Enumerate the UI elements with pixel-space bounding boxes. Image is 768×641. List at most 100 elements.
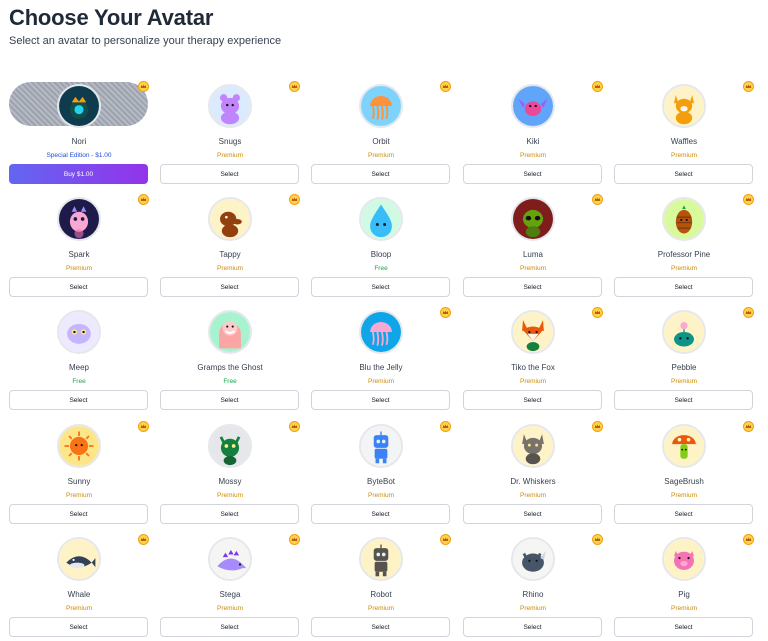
avatar-card[interactable]: Snugs Premium Select: [160, 81, 300, 189]
avatar-card[interactable]: Dr. Whiskers Premium Select: [463, 421, 603, 529]
rhino-icon[interactable]: [511, 537, 555, 581]
mushroom-icon[interactable]: [662, 424, 706, 468]
blob-icon[interactable]: [57, 310, 101, 354]
avatar-tier-badge: Special Edition - $1.00: [46, 152, 112, 159]
avatar-tier-badge: Free: [374, 265, 388, 272]
creature-icon[interactable]: [57, 197, 101, 241]
pebble-icon[interactable]: [662, 310, 706, 354]
avatar-tier-badge: Premium: [670, 492, 697, 499]
select-button[interactable]: Select: [311, 504, 450, 524]
avatar-card[interactable]: Orbit Premium Select: [311, 81, 451, 189]
corgi-icon[interactable]: [662, 84, 706, 128]
avatar-card[interactable]: Nori Special Edition - $1.00 Buy $1.00: [9, 81, 149, 189]
select-button[interactable]: Select: [463, 277, 602, 297]
avatar-card[interactable]: Kiki Premium Select: [463, 81, 603, 189]
premium-crown-icon: [743, 81, 754, 92]
select-button[interactable]: Select: [614, 277, 753, 297]
avatar-card[interactable]: Pebble Premium Select: [614, 307, 754, 415]
avatar-card[interactable]: Robot Premium Select: [311, 534, 451, 641]
pig-icon[interactable]: [662, 537, 706, 581]
avatar-card[interactable]: Bloop Free Select: [311, 197, 451, 302]
avatar-tier-badge: Premium: [519, 605, 546, 612]
select-button[interactable]: Select: [9, 504, 148, 524]
bird-icon[interactable]: [511, 84, 555, 128]
avatar-card[interactable]: Luma Premium Select: [463, 194, 603, 302]
dinosaur-icon[interactable]: [208, 537, 252, 581]
avatar-name: SageBrush: [664, 477, 704, 486]
avatar-name: Orbit: [372, 137, 390, 146]
avatar-name: Professor Pine: [657, 250, 711, 259]
select-button[interactable]: Select: [160, 164, 299, 184]
select-button[interactable]: Select: [614, 390, 753, 410]
pinecone-icon[interactable]: [662, 197, 706, 241]
avatar-tier-badge: Premium: [519, 265, 546, 272]
avatar-name: Pig: [678, 590, 690, 599]
bear-icon[interactable]: [208, 84, 252, 128]
premium-crown-icon: [289, 421, 300, 432]
select-button[interactable]: Select: [160, 504, 299, 524]
avatar-card[interactable]: Tiko the Fox Premium Select: [463, 307, 603, 415]
avatar-name: Mossy: [218, 477, 242, 486]
select-button[interactable]: Select: [463, 504, 602, 524]
select-button[interactable]: Select: [311, 390, 450, 410]
select-button[interactable]: Select: [160, 277, 299, 297]
select-button[interactable]: Select: [9, 617, 148, 637]
avatar-card[interactable]: Waffles Premium Select: [614, 81, 754, 189]
avatar-card[interactable]: Gramps the Ghost Free Select: [160, 310, 300, 415]
avatar-card[interactable]: Spark Premium Select: [9, 194, 149, 302]
avatar-card[interactable]: Tappy Premium Select: [160, 194, 300, 302]
premium-crown-icon: [138, 81, 149, 92]
select-button[interactable]: Select: [9, 390, 148, 410]
select-button[interactable]: Select: [160, 617, 299, 637]
avatar-card[interactable]: ByteBot Premium Select: [311, 421, 451, 529]
select-button[interactable]: Select: [160, 390, 299, 410]
select-button[interactable]: Select: [463, 164, 602, 184]
avatar-name: Kiki: [526, 137, 540, 146]
sun-icon[interactable]: [57, 424, 101, 468]
avatar-name: Tappy: [219, 250, 241, 259]
select-button[interactable]: Select: [614, 504, 753, 524]
avatar-card[interactable]: Mossy Premium Select: [160, 421, 300, 529]
select-button[interactable]: Select: [614, 164, 753, 184]
avatar-tier-badge: Premium: [65, 265, 92, 272]
avatar-name: Robot: [370, 590, 392, 599]
jellyfish-icon[interactable]: [359, 310, 403, 354]
select-button[interactable]: Select: [9, 277, 148, 297]
avatar-card[interactable]: Professor Pine Premium Select: [614, 194, 754, 302]
select-button[interactable]: Select: [463, 390, 602, 410]
select-button[interactable]: Select: [614, 617, 753, 637]
premium-crown-icon: [743, 194, 754, 205]
premium-crown-icon: [743, 307, 754, 318]
buy-button[interactable]: Buy $1.00: [9, 164, 148, 184]
avatar-card[interactable]: Rhino Premium Select: [463, 534, 603, 641]
select-button[interactable]: Select: [463, 617, 602, 637]
premium-crown-icon: [289, 534, 300, 545]
select-button[interactable]: Select: [311, 164, 450, 184]
avatar-name: Sunny: [67, 477, 91, 486]
moss-creature-icon[interactable]: [208, 424, 252, 468]
avatar-card[interactable]: SageBrush Premium Select: [614, 421, 754, 529]
ghost-icon[interactable]: [208, 310, 252, 354]
avatar-name: Pebble: [671, 363, 697, 372]
avatar-card[interactable]: Stega Premium Select: [160, 534, 300, 641]
robot-icon[interactable]: [359, 424, 403, 468]
avatar-card[interactable]: Blu the Jelly Premium Select: [311, 307, 451, 415]
avatar-tier-badge: Premium: [519, 378, 546, 385]
alien-icon[interactable]: [511, 197, 555, 241]
avatar-card[interactable]: Pig Premium Select: [614, 534, 754, 641]
jellyfish-icon[interactable]: [359, 84, 403, 128]
avatar-tier-badge: Premium: [519, 492, 546, 499]
tapir-icon[interactable]: [208, 197, 252, 241]
avatar-card[interactable]: Sunny Premium Select: [9, 421, 149, 529]
cat-icon[interactable]: [511, 424, 555, 468]
premium-crown-icon: [743, 534, 754, 545]
crown-fish-icon[interactable]: [57, 84, 101, 128]
robot-icon[interactable]: [359, 537, 403, 581]
fox-icon[interactable]: [511, 310, 555, 354]
whale-icon[interactable]: [57, 537, 101, 581]
select-button[interactable]: Select: [311, 617, 450, 637]
avatar-card[interactable]: Whale Premium Select: [9, 534, 149, 641]
water-drop-icon[interactable]: [359, 197, 403, 241]
select-button[interactable]: Select: [311, 277, 450, 297]
avatar-card[interactable]: Meep Free Select: [9, 310, 149, 415]
